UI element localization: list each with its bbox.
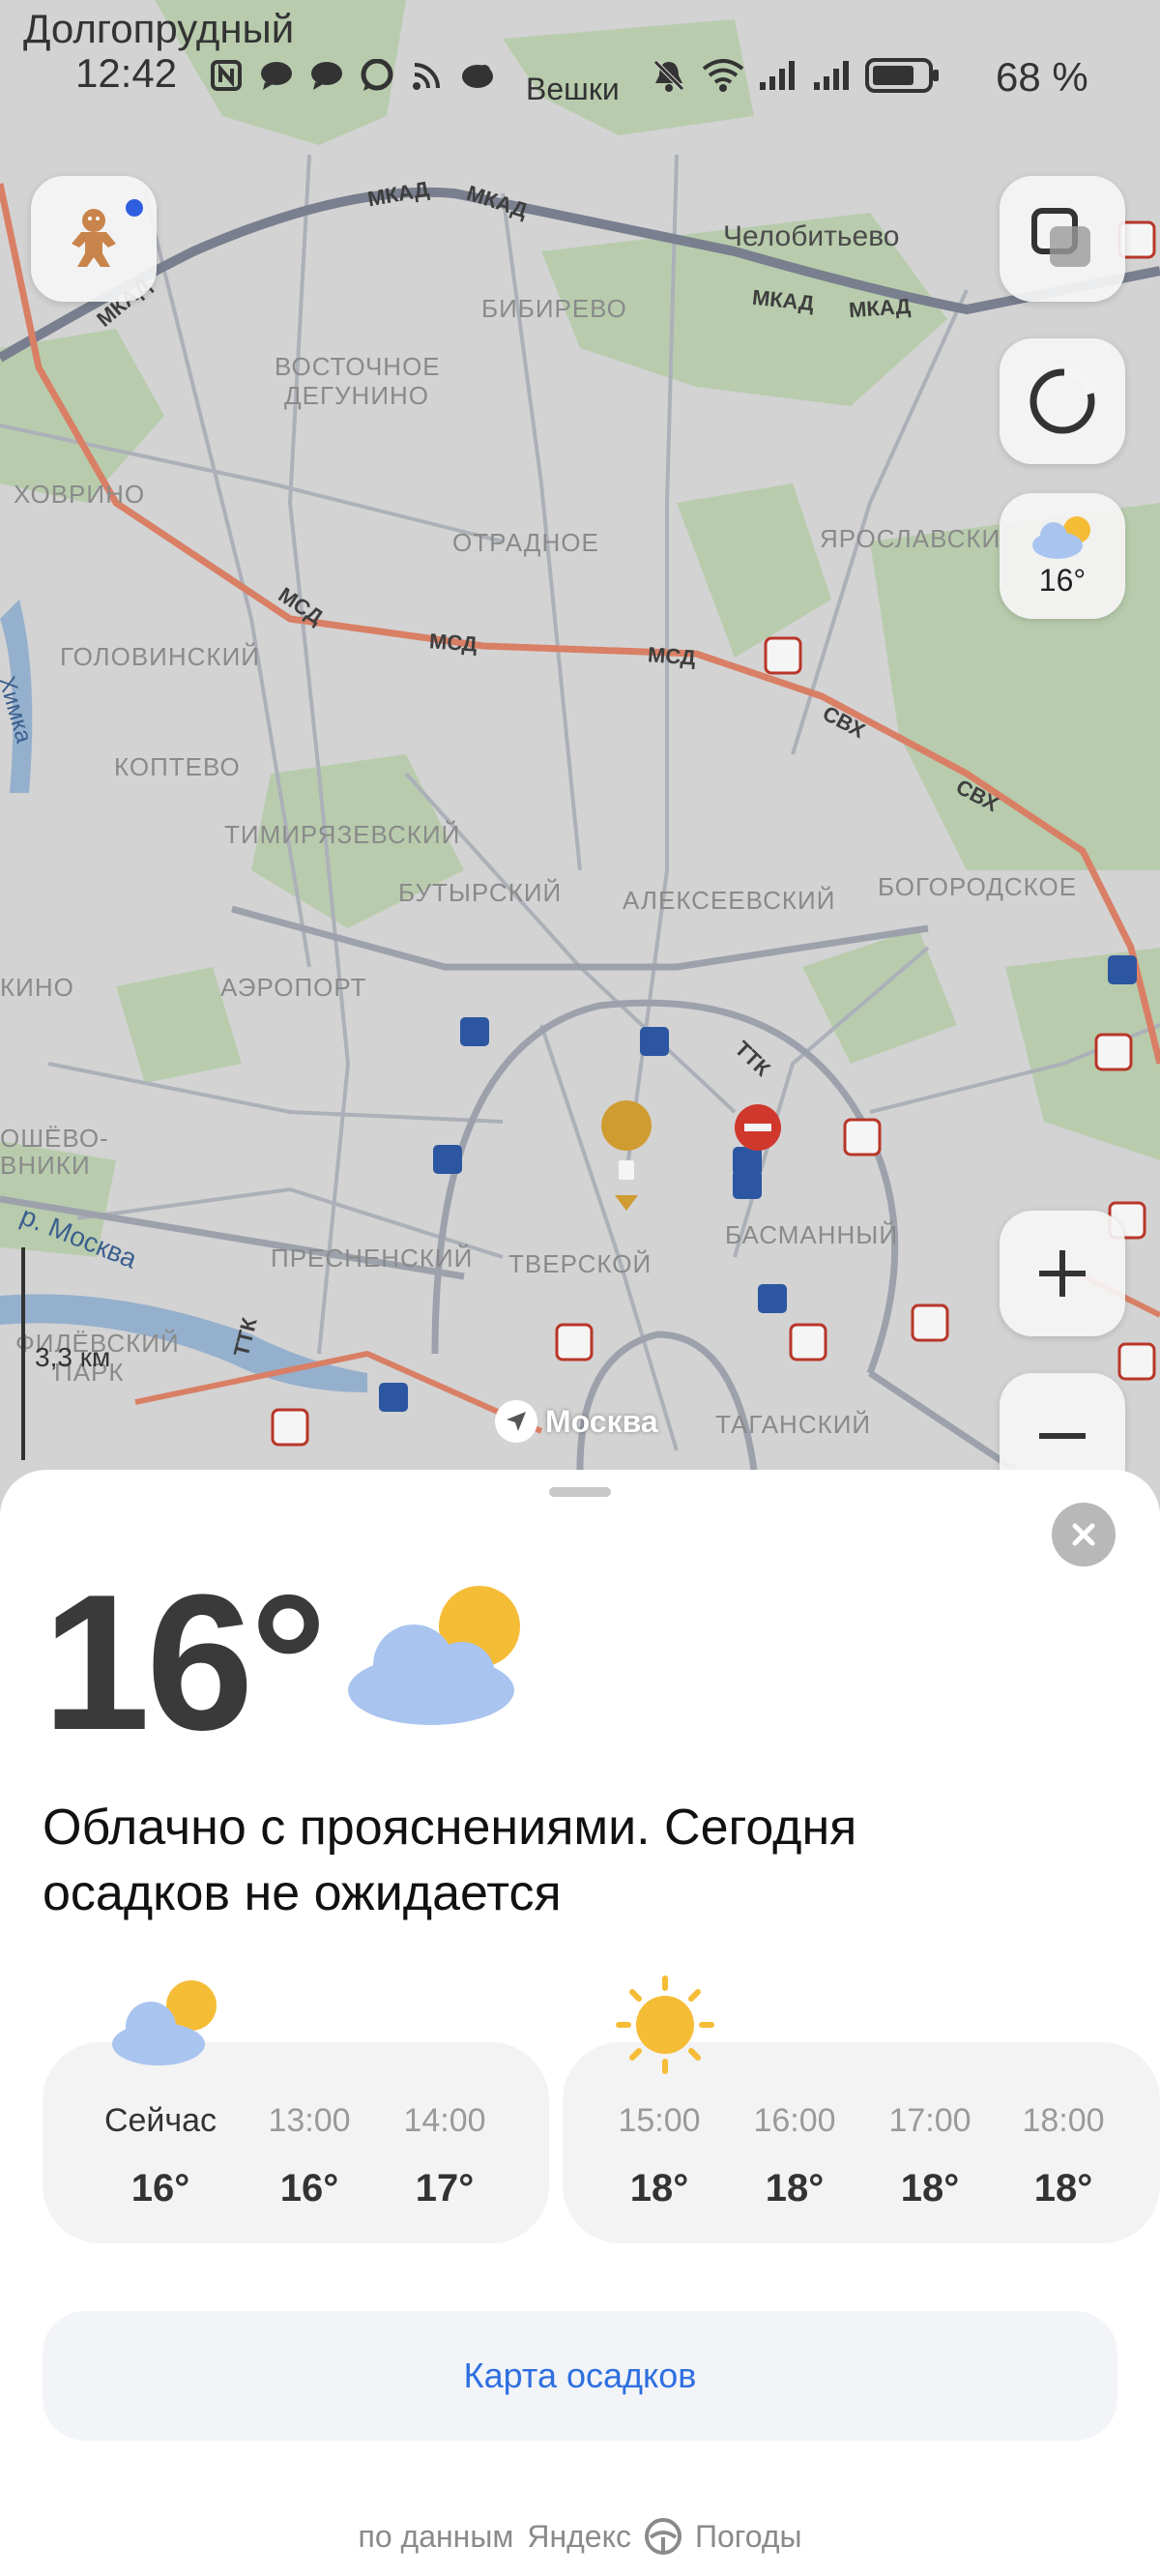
source-suffix: Погоды xyxy=(694,2518,802,2554)
precipitation-map-button[interactable]: Карта осадков xyxy=(43,2311,1117,2441)
map-label-bibirevo: БИБИРЕВО xyxy=(481,294,627,323)
status-time: 12:42 xyxy=(75,50,178,96)
source-brand[interactable]: Яндекс xyxy=(527,2519,631,2555)
road-label-mkad: МКАД xyxy=(848,293,912,323)
hour-item: 14:00 17° xyxy=(377,2102,512,2210)
map-layers-button[interactable] xyxy=(1000,176,1125,302)
hour-temp: 16° xyxy=(130,2167,190,2210)
minus-icon xyxy=(1039,1433,1086,1439)
nfc-icon xyxy=(205,58,247,93)
signal-icon xyxy=(756,58,798,93)
chat-icon xyxy=(255,58,298,93)
current-location-label[interactable]: Москва xyxy=(495,1400,658,1443)
weather-button-temp: 16° xyxy=(1038,562,1087,598)
hour-time: 13:00 xyxy=(268,2102,351,2139)
hourly-forecast-card[interactable]: Сейчас 16° 13:00 16° 14:00 17° xyxy=(43,1980,549,2243)
signal-icon xyxy=(810,58,853,93)
weather-bottom-sheet: 16° Облачно с прояснениями. Сегодня осад… xyxy=(0,1470,1160,2576)
hour-time: Сейчас xyxy=(103,2102,218,2139)
sun-icon xyxy=(616,1976,714,2074)
map-scale-label: 3,3 км xyxy=(35,1342,111,1372)
hour-time: 17:00 xyxy=(888,2102,972,2139)
navigation-arrow-icon xyxy=(495,1400,537,1443)
hour-item: 17:00 18° xyxy=(862,2102,998,2210)
map-label-presnensky: ПРЕСНЕНСКИЙ xyxy=(271,1244,474,1273)
map-label-butyrsky: БУТЫРСКИЙ xyxy=(398,878,563,907)
hour-time: 18:00 xyxy=(1022,2102,1105,2139)
location-name: Москва xyxy=(545,1403,658,1439)
profile-avatar-button[interactable] xyxy=(31,176,157,302)
current-temperature: 16° xyxy=(43,1555,327,1771)
yandex-weather-logo-icon xyxy=(644,2518,682,2555)
app-icon xyxy=(456,58,499,93)
status-bar: Долгопрудный 12:42 Вешки 68 % xyxy=(0,0,1160,106)
hour-temp: 16° xyxy=(279,2167,339,2210)
source-prefix: по данным xyxy=(358,2518,514,2554)
close-button[interactable] xyxy=(1052,1503,1116,1566)
close-icon xyxy=(1072,1523,1095,1546)
hour-temp: 18° xyxy=(629,2167,689,2210)
map-label-tagansky: ТАГАНСКИЙ xyxy=(715,1410,872,1439)
chat-icon xyxy=(356,58,398,93)
map-label-otradnoe: ОТРАДНОЕ xyxy=(452,528,599,557)
status-battery-percent: 68 % xyxy=(996,54,1088,100)
alice-icon xyxy=(1030,367,1096,434)
road-label-msd: МСД xyxy=(647,642,697,670)
map-label-khino: КИНО xyxy=(0,973,74,1002)
weather-description: Облачно с прояснениями. Сегодня осадков … xyxy=(43,1800,857,1921)
data-source: по данным Яндекс Погоды xyxy=(0,2518,1160,2555)
map-label-vniki: ВНИКИ xyxy=(0,1151,91,1180)
partly-cloudy-icon xyxy=(112,1980,217,2065)
map-label-timiryazevsky: ТИМИРЯЗЕВСКИЙ xyxy=(224,820,461,849)
map-label-khovrino: ХОВРИНО xyxy=(14,480,146,509)
hour-item: 13:00 16° xyxy=(242,2102,377,2210)
hour-temp: 18° xyxy=(765,2167,825,2210)
map-label-shevo: ОШЁВО- xyxy=(0,1124,109,1153)
layers-icon xyxy=(1031,208,1090,267)
map-label-alekseevsky: АЛЕКСЕЕВСКИЙ xyxy=(623,886,836,915)
map-label-golovinsky: ГОЛОВИНСКИЙ xyxy=(60,642,260,671)
map-label-degunino: ДЕГУНИНО xyxy=(284,381,430,410)
road-label-msd: МСД xyxy=(428,629,478,657)
hour-temp: 17° xyxy=(415,2167,475,2210)
map-scale-bar xyxy=(21,1247,25,1460)
hour-item-now: Сейчас 16° xyxy=(93,2102,228,2210)
map-label-aeroport: АЭРОПОРТ xyxy=(220,973,367,1002)
hour-time: 15:00 xyxy=(618,2102,701,2139)
gingerbread-avatar-icon xyxy=(72,209,116,267)
system-icons xyxy=(648,58,942,93)
map-label-vostochnoe: ВОСТОЧНОЕ xyxy=(275,352,441,381)
map-view[interactable]: Челобитьево БИБИРЕВО ВОСТОЧНОЕ ДЕГУНИНО … xyxy=(0,0,1160,1508)
alice-assistant-button[interactable] xyxy=(1000,338,1125,464)
plus-icon xyxy=(1039,1250,1086,1297)
map-label-bogorodskoe: БОГОРОДСКОЕ xyxy=(878,872,1078,901)
map-label-basmanny: БАСМАННЫЙ xyxy=(725,1220,899,1249)
status-carrier: Вешки xyxy=(526,72,620,106)
rss-icon xyxy=(406,58,449,93)
map-label-tverskoy: ТВЕРСКОЙ xyxy=(508,1249,652,1278)
hour-temp: 18° xyxy=(900,2167,960,2210)
hour-time: 14:00 xyxy=(403,2102,486,2139)
weather-button[interactable]: 16° xyxy=(1000,493,1125,619)
map-label-yaroslavsky: ЯРОСЛАВСКИ xyxy=(820,524,1001,553)
notification-icons xyxy=(205,58,499,93)
hour-item: 15:00 18° xyxy=(592,2102,727,2210)
mute-icon xyxy=(648,58,690,93)
map-label-chelobitevo: Челобитьево xyxy=(723,220,900,252)
hour-item: 16:00 18° xyxy=(727,2102,862,2210)
zoom-in-button[interactable] xyxy=(1000,1211,1125,1336)
hourly-forecast-card[interactable]: 15:00 18° 16:00 18° 17:00 18° 18:00 18° xyxy=(563,1976,1160,2243)
hour-temp: 18° xyxy=(1033,2167,1093,2210)
sheet-drag-handle[interactable] xyxy=(549,1487,611,1497)
hour-time: 16:00 xyxy=(753,2102,836,2139)
wifi-icon xyxy=(702,58,744,93)
battery-icon xyxy=(864,58,942,93)
chat-icon xyxy=(305,58,348,93)
notification-dot xyxy=(126,199,143,217)
map-label-koptevo: КОПТЕВО xyxy=(114,752,241,781)
partly-cloudy-icon xyxy=(1032,515,1090,559)
status-city: Долгопрудный xyxy=(23,6,295,51)
hour-item: 18:00 18° xyxy=(996,2102,1131,2210)
partly-cloudy-icon xyxy=(348,1586,520,1725)
